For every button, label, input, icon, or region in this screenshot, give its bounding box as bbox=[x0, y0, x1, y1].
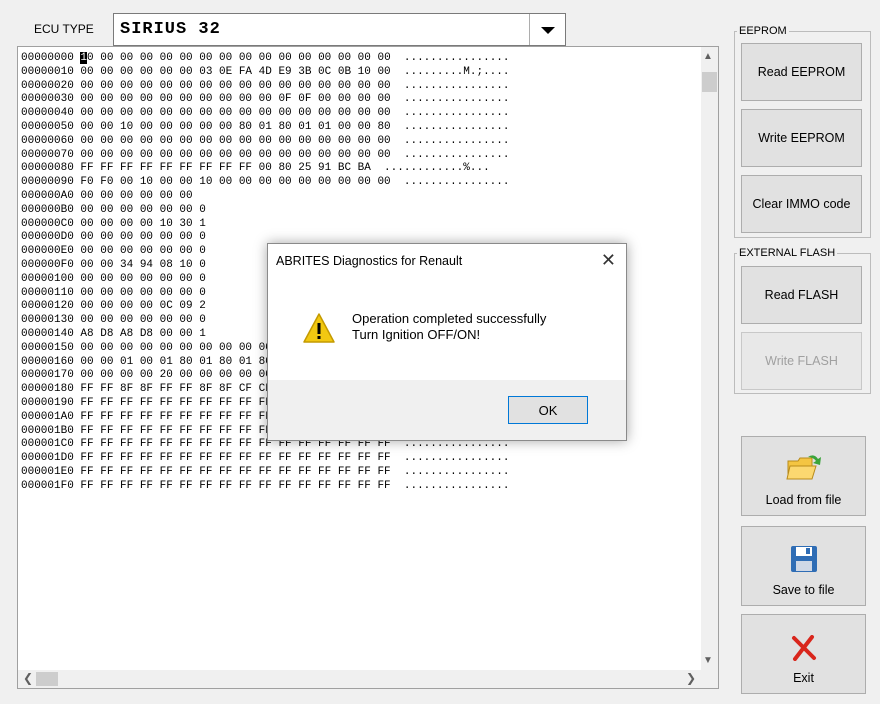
load-from-file-label: Load from file bbox=[765, 493, 842, 507]
ecu-type-select[interactable]: SIRIUS 32 bbox=[113, 13, 566, 46]
message-dialog: ABRITES Diagnostics for Renault ✕ Operat… bbox=[267, 243, 627, 441]
ok-button[interactable]: OK bbox=[508, 396, 588, 424]
hex-row: 000001D0 FF FF FF FF FF FF FF FF FF FF F… bbox=[21, 452, 510, 465]
hex-row: 000000B0 00 00 00 00 00 00 0 bbox=[21, 203, 206, 216]
text-caret: 1 bbox=[80, 52, 88, 64]
dialog-message-line-1: Operation completed successfully bbox=[352, 311, 547, 326]
save-to-file-label: Save to file bbox=[772, 583, 835, 597]
read-eeprom-button[interactable]: Read EEPROM bbox=[741, 43, 862, 101]
horizontal-scrollbar[interactable]: ❮ ❯ bbox=[18, 670, 718, 688]
ecu-type-label: ECU TYPE bbox=[34, 22, 94, 36]
warning-icon bbox=[303, 313, 335, 343]
exit-button[interactable]: Exit bbox=[741, 614, 866, 694]
scroll-up-icon[interactable]: ▲ bbox=[703, 51, 713, 62]
hex-row: 00000050 00 00 10 00 00 00 00 00 80 01 8… bbox=[21, 120, 510, 133]
hex-row: 00000070 00 00 00 00 00 00 00 00 00 00 0… bbox=[21, 148, 510, 161]
dialog-message-line-2: Turn Ignition OFF/ON! bbox=[352, 327, 481, 342]
read-flash-button[interactable]: Read FLASH bbox=[741, 266, 862, 324]
close-x-icon bbox=[791, 635, 816, 661]
h-scroll-thumb[interactable] bbox=[36, 672, 58, 686]
hex-row: 000000A0 00 00 00 00 00 00 bbox=[21, 189, 193, 202]
hex-row: 00000020 00 00 00 00 00 00 00 00 00 00 0… bbox=[21, 79, 510, 92]
save-to-file-button[interactable]: Save to file bbox=[741, 526, 866, 606]
close-icon[interactable]: ✕ bbox=[601, 250, 616, 271]
vertical-scrollbar[interactable]: ▲ ▼ bbox=[701, 47, 718, 670]
hex-row: 00000000 10 00 00 00 00 00 00 00 00 00 0… bbox=[21, 52, 510, 64]
hex-row: 00000060 00 00 00 00 00 00 00 00 00 00 0… bbox=[21, 134, 510, 147]
hex-row: 00000040 00 00 00 00 00 00 00 00 00 00 0… bbox=[21, 107, 510, 120]
scroll-right-icon[interactable]: ❯ bbox=[686, 671, 696, 685]
ecu-type-value: SIRIUS 32 bbox=[120, 20, 221, 39]
chevron-down-icon[interactable] bbox=[529, 14, 565, 45]
eeprom-legend: EEPROM bbox=[739, 25, 787, 37]
hex-row: 000000C0 00 00 00 00 10 30 1 bbox=[21, 217, 206, 230]
dialog-title: ABRITES Diagnostics for Renault bbox=[276, 254, 463, 268]
load-from-file-button[interactable]: Load from file bbox=[741, 436, 866, 516]
hex-row: 00000080 FF FF FF FF FF FF FF FF FF 00 8… bbox=[21, 162, 490, 175]
folder-open-icon bbox=[785, 455, 821, 480]
floppy-disk-icon bbox=[790, 546, 817, 572]
write-flash-button: Write FLASH bbox=[741, 332, 862, 390]
hex-row: 000001F0 FF FF FF FF FF FF FF FF FF FF F… bbox=[21, 479, 510, 492]
external-flash-legend: EXTERNAL FLASH bbox=[739, 247, 836, 259]
hex-row: 00000010 00 00 00 00 00 00 03 0E FA 4D E… bbox=[21, 65, 510, 78]
scroll-thumb[interactable] bbox=[702, 72, 717, 92]
hex-row: 000001E0 FF FF FF FF FF FF FF FF FF FF F… bbox=[21, 465, 510, 478]
hex-row: 00000090 F0 F0 00 10 00 00 10 00 00 00 0… bbox=[21, 176, 510, 189]
exit-label: Exit bbox=[793, 671, 814, 685]
dialog-footer: OK bbox=[268, 380, 626, 440]
scroll-left-icon[interactable]: ❮ bbox=[23, 671, 33, 685]
hex-row: 00000030 00 00 00 00 00 00 00 00 00 00 0… bbox=[21, 93, 510, 106]
clear-immo-button[interactable]: Clear IMMO code bbox=[741, 175, 862, 233]
write-eeprom-button[interactable]: Write EEPROM bbox=[741, 109, 862, 167]
scroll-down-icon[interactable]: ▼ bbox=[703, 655, 713, 666]
